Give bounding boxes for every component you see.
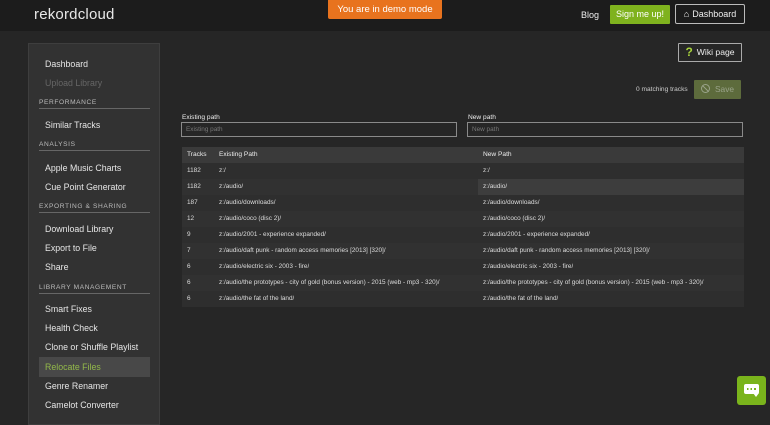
table-row[interactable]: 6 z:/audio/the fat of the land/ z:/audio… (182, 291, 744, 307)
chat-button[interactable] (737, 376, 766, 405)
cell-new-path: z:/audio/ (483, 183, 508, 190)
table-header: Tracks Existing Path New Path (182, 147, 744, 163)
divider (39, 212, 150, 213)
sidebar: Dashboard Upload Library PERFORMANCE Sim… (28, 43, 160, 425)
cell-existing-path: z:/ (219, 167, 226, 174)
new-path-input[interactable] (467, 122, 743, 137)
table-row[interactable]: 12 z:/audio/coco (disc 2)/ z:/audio/coco… (182, 211, 744, 227)
cell-tracks: 1182 (187, 167, 201, 174)
top-bar: rekordcloud You are in demo mode Blog Si… (0, 0, 770, 31)
section-library-management: LIBRARY MANAGEMENT (39, 284, 127, 291)
logo[interactable]: rekordcloud (34, 6, 115, 23)
wiki-page-label: Wiki page (696, 47, 735, 57)
cell-new-path: z:/audio/the prototypes - city of gold (… (483, 279, 704, 286)
home-icon: ⌂ (683, 9, 690, 19)
cell-existing-path: z:/audio/the prototypes - city of gold (… (219, 279, 440, 286)
divider (39, 108, 150, 109)
sidebar-item-health-check[interactable]: Health Check (45, 323, 98, 333)
table-row[interactable]: 1182 z:/audio/ z:/audio/ (182, 179, 744, 195)
demo-mode-banner: You are in demo mode (328, 0, 442, 19)
existing-path-label: Existing path (182, 114, 220, 121)
question-icon: ? (685, 45, 693, 59)
chat-icon-dots (747, 388, 756, 390)
cell-tracks: 6 (187, 295, 191, 302)
dashboard-button-label: Dashboard (692, 9, 737, 19)
section-exporting-sharing: EXPORTING & SHARING (39, 203, 128, 210)
table-row[interactable]: 9 z:/audio/2001 - experience expanded/ z… (182, 227, 744, 243)
cell-new-path: z:/audio/downloads/ (483, 199, 540, 206)
sidebar-item-relocate-files[interactable]: Relocate Files (45, 362, 101, 372)
table-row[interactable]: 6 z:/audio/electric six - 2003 - fire/ z… (182, 259, 744, 275)
sidebar-item-camelot-converter[interactable]: Camelot Converter (45, 400, 119, 410)
cell-new-path: z:/audio/electric six - 2003 - fire/ (483, 263, 574, 270)
cell-tracks: 6 (187, 279, 191, 286)
table-row[interactable]: 6 z:/audio/the prototypes - city of gold… (182, 275, 744, 291)
cell-existing-path: z:/audio/ (219, 183, 244, 190)
cell-new-path: z:/audio/the fat of the land/ (483, 295, 559, 302)
cell-tracks: 9 (187, 231, 191, 238)
cell-tracks: 187 (187, 199, 198, 206)
cell-tracks: 1182 (187, 183, 201, 190)
table-row[interactable]: 7 z:/audio/daft punk - random access mem… (182, 243, 744, 259)
sidebar-item-upload-library[interactable]: Upload Library (45, 78, 102, 88)
cell-new-path: z:/audio/daft punk - random access memor… (483, 247, 650, 254)
header-new-path[interactable]: New Path (483, 147, 512, 163)
cell-existing-path: z:/audio/2001 - experience expanded/ (219, 231, 326, 238)
divider (39, 150, 150, 151)
header-tracks[interactable]: Tracks (187, 147, 207, 163)
matching-tracks-count: 0 matching tracks (636, 86, 688, 93)
cell-existing-path: z:/audio/coco (disc 2)/ (219, 215, 282, 222)
blog-link[interactable]: Blog (581, 10, 599, 20)
header-existing-path[interactable]: Existing Path (219, 147, 257, 163)
section-performance: PERFORMANCE (39, 99, 97, 106)
chat-icon-tail (753, 393, 759, 397)
save-button[interactable]: Save (694, 80, 741, 99)
sidebar-item-smart-fixes[interactable]: Smart Fixes (45, 304, 92, 314)
section-analysis: ANALYSIS (39, 141, 76, 148)
sidebar-item-genre-renamer[interactable]: Genre Renamer (45, 381, 108, 391)
existing-path-input[interactable] (181, 122, 457, 137)
cell-new-path: z:/audio/coco (disc 2)/ (483, 215, 546, 222)
sidebar-item-clone-shuffle-playlist[interactable]: Clone or Shuffle Playlist (45, 342, 138, 352)
save-button-label: Save (714, 84, 735, 94)
cell-tracks: 6 (187, 263, 191, 270)
cell-existing-path: z:/audio/electric six - 2003 - fire/ (219, 263, 310, 270)
sign-up-button[interactable]: Sign me up! (610, 5, 670, 24)
divider (39, 293, 150, 294)
cell-tracks: 7 (187, 247, 191, 254)
cell-existing-path: z:/audio/the fat of the land/ (219, 295, 295, 302)
sidebar-item-download-library[interactable]: Download Library (45, 224, 113, 234)
sidebar-item-cue-point-generator[interactable]: Cue Point Generator (45, 182, 126, 192)
table-row[interactable]: 187 z:/audio/downloads/ z:/audio/downloa… (182, 195, 744, 211)
new-path-cell-highlight (478, 179, 744, 195)
table-row[interactable]: 1182 z:/ z:/ (182, 163, 744, 179)
cell-new-path: z:/ (483, 167, 490, 174)
sidebar-item-share[interactable]: Share (45, 262, 68, 272)
ban-icon (700, 84, 710, 93)
sidebar-item-export-to-file[interactable]: Export to File (45, 243, 97, 253)
sidebar-item-similar-tracks[interactable]: Similar Tracks (45, 120, 100, 130)
sidebar-item-apple-music-charts[interactable]: Apple Music Charts (45, 163, 121, 173)
cell-existing-path: z:/audio/daft punk - random access memor… (219, 247, 386, 254)
cell-new-path: z:/audio/2001 - experience expanded/ (483, 231, 590, 238)
cell-existing-path: z:/audio/downloads/ (219, 199, 276, 206)
cell-tracks: 12 (187, 215, 195, 222)
sidebar-item-dashboard[interactable]: Dashboard (45, 59, 88, 69)
new-path-label: New path (468, 114, 496, 121)
wiki-page-button[interactable]: ? Wiki page (678, 43, 742, 62)
dashboard-button[interactable]: ⌂ Dashboard (675, 4, 745, 24)
